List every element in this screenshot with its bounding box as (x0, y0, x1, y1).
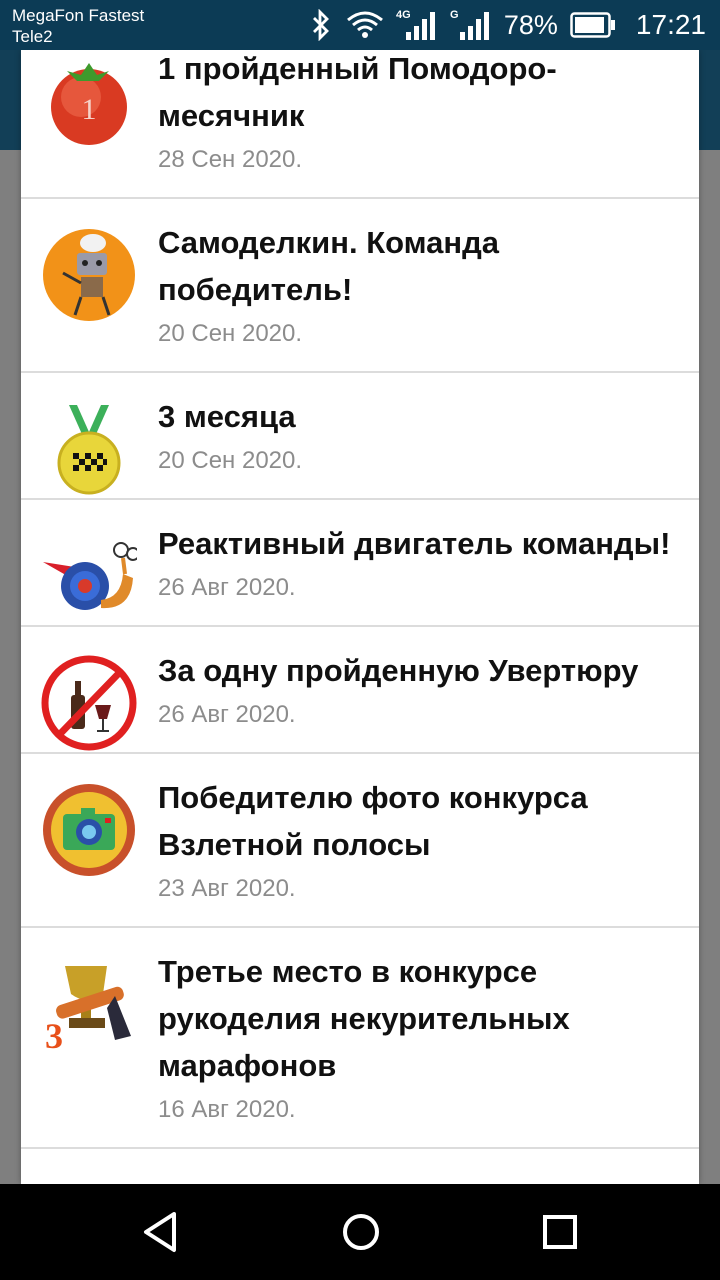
achievement-title: Реактивный двигатель команды! (158, 526, 671, 561)
achievement-date: 23 Авг 2020. (158, 875, 296, 902)
achievement-date: 20 Сен 2020. (158, 320, 303, 347)
signal-g-icon: G (450, 9, 489, 40)
trophy-third-icon: 3 (45, 966, 131, 1052)
back-icon[interactable] (132, 1204, 188, 1260)
bluetooth-icon (312, 9, 329, 41)
achievement-title: Победителю фото конкурса Взлетной полосы (158, 780, 588, 862)
robot-chef-icon (43, 229, 135, 321)
achievement-item[interactable]: Самоделкин. Команда победитель! 20 Сен 2… (21, 199, 699, 373)
achievement-item[interactable]: За одну пройденную Увертюру 26 Авг 2020. (21, 627, 699, 754)
achievement-title: За одну пройденную Увертюру (158, 653, 639, 688)
achievement-item[interactable]: 3 Третье место в конкурсе рукоделия неку… (21, 928, 699, 1149)
trophy-place-number: 3 (45, 1016, 63, 1052)
achievement-date: 28 Сен 2020. (158, 146, 303, 173)
network-g-label: G (450, 9, 459, 21)
wifi-icon (346, 11, 383, 38)
achievement-date: 26 Авг 2020. (158, 574, 296, 601)
achievement-date: 16 Авг 2020. (158, 1096, 296, 1123)
achievement-title: Самоделкин. Команда победитель! (158, 225, 500, 307)
achievement-title: 3 месяца (158, 399, 296, 434)
achievement-title: Третье место в конкурсе рукоделия некури… (158, 954, 570, 1083)
tomato-badge-icon: 1 (51, 63, 127, 145)
battery-percent: 78% (503, 9, 558, 40)
achievement-item[interactable]: Реактивный двигатель команды! 26 Авг 202… (21, 500, 699, 627)
home-icon[interactable] (333, 1204, 389, 1260)
checkered-medal-icon (57, 405, 121, 495)
recents-icon[interactable] (532, 1204, 588, 1260)
achievement-title: 1 пройденный Помодоро-месячник (158, 51, 557, 133)
status-bar: MegaFon Fastest Tele2 4G G 78% 17:21 (0, 0, 720, 50)
clock: 17:21 (635, 9, 706, 40)
network-4g-label: 4G (396, 9, 411, 21)
achievement-item[interactable]: 3 месяца 20 Сен 2020. (21, 373, 699, 500)
achievement-item[interactable]: Победителю фото конкурса Взлетной полосы… (21, 754, 699, 928)
achievements-list[interactable]: 1 1 пройденный Помодоро-месячник 28 Сен … (21, 50, 699, 1149)
no-alcohol-icon (41, 655, 137, 751)
tomato-badge-number: 1 (82, 93, 97, 126)
status-icons: 4G G 78% 17:21 (308, 8, 706, 42)
achievements-dialog: 1 1 пройденный Помодоро-месячник 28 Сен … (21, 50, 699, 1184)
achievement-item[interactable]: 1 1 пройденный Помодоро-месячник 28 Сен … (21, 50, 699, 199)
turbo-snail-icon (43, 542, 137, 610)
achievement-date: 26 Авг 2020. (158, 701, 296, 728)
carrier-primary: MegaFon Fastest (12, 6, 145, 25)
battery-icon (570, 12, 615, 38)
achievement-date: 20 Сен 2020. (158, 447, 303, 474)
camera-badge-icon (43, 784, 135, 876)
signal-4g-icon: 4G (396, 9, 435, 40)
navigation-bar (0, 1184, 720, 1280)
carrier-secondary: Tele2 (12, 27, 53, 46)
